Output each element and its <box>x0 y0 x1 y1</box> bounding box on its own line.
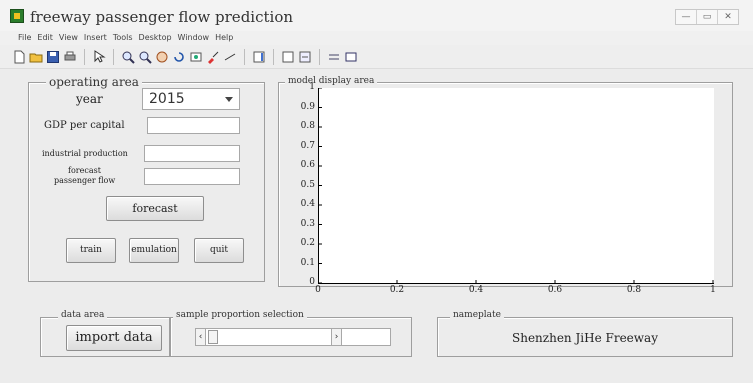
menu-window[interactable]: Window <box>178 31 210 45</box>
forecast-label-line1: forecast <box>68 166 101 175</box>
x-tick-label: 0.8 <box>626 285 642 295</box>
year-select[interactable]: 2015 <box>142 88 240 110</box>
y-tick-label: 0.9 <box>300 101 315 112</box>
figure-toolbar <box>0 45 753 69</box>
menu-help[interactable]: Help <box>215 31 233 45</box>
menu-view[interactable]: View <box>59 31 78 45</box>
sample-proportion-slider[interactable]: ‹ › <box>195 328 342 346</box>
chevron-down-icon <box>225 97 233 102</box>
y-tick-label: 0.2 <box>300 238 315 248</box>
toolbar-separator <box>244 48 245 65</box>
menu-tools[interactable]: Tools <box>113 31 133 45</box>
plot-axes[interactable] <box>318 88 714 284</box>
x-tick-label: 0.2 <box>389 285 405 295</box>
print-icon[interactable] <box>63 50 77 64</box>
toolbar-separator <box>113 48 114 65</box>
y-tick-label: 1 <box>309 82 315 92</box>
hide-plot-tools-icon[interactable] <box>298 50 312 64</box>
brush-icon[interactable] <box>206 50 220 64</box>
year-selected-value: 2015 <box>149 91 185 107</box>
open-folder-icon[interactable] <box>29 50 43 64</box>
x-tick-label: 0 <box>315 285 321 295</box>
train-button[interactable]: train <box>66 238 116 263</box>
title-bar: freeway passenger flow prediction — ▭ ✕ <box>0 0 753 32</box>
year-label: year <box>76 92 103 106</box>
toolbar-separator <box>273 48 274 65</box>
sample-proportion-legend: sample proportion selection <box>173 310 307 320</box>
x-tick-label: 0.4 <box>468 285 484 295</box>
pan-icon[interactable] <box>155 50 169 64</box>
rotate-icon[interactable] <box>172 50 186 64</box>
toolbar-separator <box>84 48 85 65</box>
menu-desktop[interactable]: Desktop <box>139 31 172 45</box>
y-tick-label: 0.6 <box>300 160 315 170</box>
emulation-button[interactable]: emulation <box>129 238 179 263</box>
industrial-production-input[interactable] <box>144 145 240 162</box>
window-controls: — ▭ ✕ <box>675 9 739 25</box>
minimize-button[interactable]: — <box>676 10 697 24</box>
legend-icon[interactable] <box>281 50 295 64</box>
slider-left-arrow-icon[interactable]: ‹ <box>196 329 206 345</box>
pointer-icon[interactable] <box>92 49 106 64</box>
import-data-button[interactable]: import data <box>66 325 162 351</box>
nameplate-legend: nameplate <box>450 310 504 320</box>
nameplate-text: Shenzhen JiHe Freeway <box>512 331 658 345</box>
menu-bar: File Edit View Insert Tools Desktop Wind… <box>0 31 753 45</box>
y-tick-label: 0.5 <box>300 179 315 190</box>
y-tick-label: 0.7 <box>300 140 315 151</box>
matlab-figure-icon <box>10 9 24 23</box>
gdp-input[interactable] <box>147 117 240 134</box>
new-file-icon[interactable] <box>12 50 26 64</box>
x-tick-label: 1 <box>710 285 716 295</box>
y-tick-label: 0.1 <box>300 257 315 268</box>
chart-svg <box>318 88 714 284</box>
y-tick-label: 0.8 <box>300 121 315 131</box>
data-area-legend: data area <box>58 310 108 320</box>
operating-area-legend: operating area <box>46 75 142 89</box>
slider-right-arrow-icon[interactable]: › <box>331 329 341 345</box>
toolbar-separator <box>319 48 320 65</box>
industrial-production-label: industrial production <box>42 149 128 158</box>
sample-proportion-value-field[interactable] <box>341 328 391 346</box>
link-icon[interactable] <box>223 50 237 64</box>
save-icon[interactable] <box>46 50 60 64</box>
slider-thumb[interactable] <box>208 330 218 344</box>
x-tick-label: 0.6 <box>547 285 563 295</box>
colorbar-icon[interactable] <box>252 50 266 64</box>
dock-figure-icon[interactable] <box>344 50 358 64</box>
window-title: freeway passenger flow prediction <box>30 8 294 26</box>
maximize-button[interactable]: ▭ <box>697 10 718 24</box>
menu-edit[interactable]: Edit <box>37 31 53 45</box>
gdp-label: GDP per capital <box>44 120 125 131</box>
menu-file[interactable]: File <box>18 31 31 45</box>
y-tick-label: 0.3 <box>300 218 315 229</box>
show-plot-tools-icon[interactable] <box>327 50 341 64</box>
y-tick-label: 0.4 <box>300 199 315 209</box>
menu-insert[interactable]: Insert <box>84 31 107 45</box>
zoom-out-icon[interactable] <box>138 50 152 64</box>
forecast-label-line2: passenger flow <box>54 176 116 185</box>
forecast-passenger-flow-output[interactable] <box>144 168 240 185</box>
zoom-in-icon[interactable] <box>121 50 135 64</box>
data-cursor-icon[interactable] <box>189 50 203 64</box>
forecast-button[interactable]: forecast <box>106 196 204 221</box>
close-button[interactable]: ✕ <box>718 10 738 24</box>
quit-button[interactable]: quit <box>194 238 244 263</box>
